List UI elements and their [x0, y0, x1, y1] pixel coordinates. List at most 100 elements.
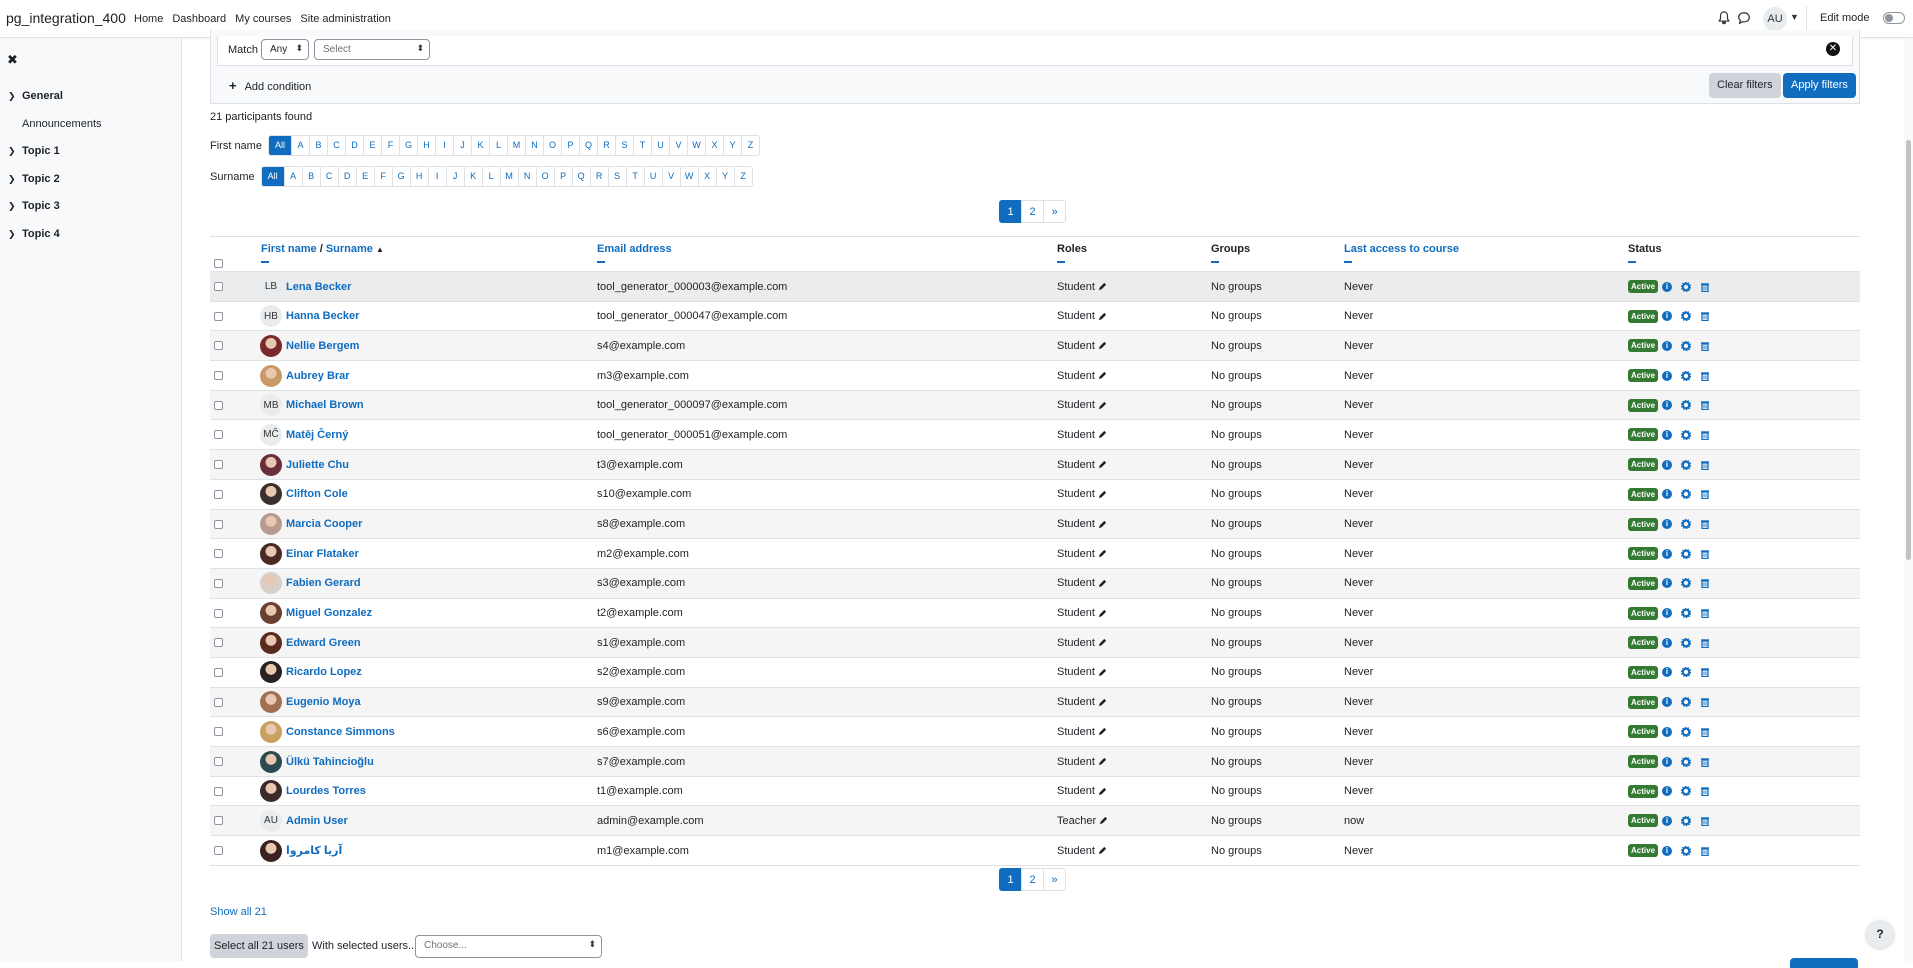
trash-icon[interactable] — [1700, 430, 1710, 440]
firstname-letter-b[interactable]: B — [308, 136, 327, 155]
trash-icon[interactable] — [1700, 697, 1710, 708]
surname-letter-c[interactable]: C — [319, 167, 338, 186]
info-icon[interactable]: i — [1662, 311, 1673, 322]
row-checkbox[interactable] — [214, 697, 223, 707]
firstname-letter-v[interactable]: V — [668, 136, 687, 155]
hide-column-icon[interactable] — [1057, 261, 1065, 263]
user-avatar[interactable]: AU — [1763, 7, 1787, 31]
chevron-down-icon[interactable]: ❯ — [8, 146, 22, 157]
pencil-icon[interactable] — [1098, 727, 1107, 736]
nav-site-administration[interactable]: Site administration — [300, 13, 391, 25]
user-name-link[interactable]: Fabien Gerard — [286, 577, 361, 589]
sort-email-link[interactable]: Email address — [597, 243, 672, 255]
firstname-letter-r[interactable]: R — [596, 136, 615, 155]
chevron-down-icon[interactable]: ❯ — [8, 229, 22, 240]
row-checkbox[interactable] — [214, 786, 223, 796]
trash-icon[interactable] — [1700, 460, 1710, 470]
pencil-icon[interactable] — [1098, 460, 1107, 469]
pencil-icon[interactable] — [1098, 579, 1107, 588]
user-name-link[interactable]: Ülkü Tahincioğlu — [286, 756, 374, 768]
row-checkbox[interactable] — [214, 549, 223, 559]
chat-bubble-icon[interactable] — [1737, 11, 1751, 25]
gear-icon[interactable] — [1681, 489, 1692, 500]
row-checkbox[interactable] — [214, 757, 223, 766]
info-icon[interactable]: i — [1662, 489, 1673, 500]
row-checkbox[interactable] — [214, 400, 223, 410]
surname-letter-n[interactable]: N — [517, 167, 536, 186]
user-name-link[interactable]: Eugenio Moya — [286, 696, 361, 708]
surname-letter-l[interactable]: L — [481, 167, 500, 186]
page-1-link[interactable]: 1 — [999, 200, 1022, 223]
info-icon[interactable]: i — [1662, 845, 1673, 856]
select-all-users-button[interactable]: Select all 21 users — [210, 934, 308, 958]
row-checkbox[interactable] — [214, 846, 223, 856]
row-checkbox[interactable] — [214, 816, 223, 826]
firstname-letter-p[interactable]: P — [560, 136, 579, 155]
firstname-letter-z[interactable]: Z — [740, 136, 759, 155]
firstname-letter-s[interactable]: S — [614, 136, 633, 155]
trash-icon[interactable] — [1700, 578, 1710, 589]
firstname-letter-a[interactable]: A — [290, 136, 309, 155]
user-name-link[interactable]: Lena Becker — [286, 281, 351, 293]
surname-letter-i[interactable]: I — [427, 167, 446, 186]
firstname-letter-f[interactable]: F — [380, 136, 399, 155]
info-icon[interactable]: i — [1662, 281, 1673, 292]
user-name-link[interactable]: Juliette Chu — [286, 459, 349, 471]
gear-icon[interactable] — [1681, 637, 1692, 648]
section-label[interactable]: Topic 4 — [22, 228, 60, 240]
pencil-icon[interactable] — [1098, 401, 1107, 410]
pencil-icon[interactable] — [1098, 490, 1107, 499]
hide-column-icon[interactable] — [261, 261, 269, 263]
user-name-link[interactable]: Miguel Gonzalez — [286, 607, 372, 619]
pencil-icon[interactable] — [1098, 520, 1107, 529]
gear-icon[interactable] — [1681, 726, 1692, 737]
row-checkbox[interactable] — [214, 608, 223, 618]
close-drawer-icon[interactable]: ✖ — [7, 52, 18, 68]
firstname-letter-u[interactable]: U — [650, 136, 669, 155]
section-label[interactable]: Topic 3 — [22, 200, 60, 212]
help-button[interactable]: ? — [1866, 920, 1894, 948]
chevron-down-icon[interactable]: ▼ — [1790, 12, 1799, 22]
site-name[interactable]: pg_integration_400 — [6, 10, 126, 26]
pencil-icon[interactable] — [1098, 846, 1107, 855]
pencil-icon[interactable] — [1098, 430, 1107, 439]
info-icon[interactable]: i — [1662, 519, 1673, 529]
firstname-letter-o[interactable]: O — [542, 136, 561, 155]
firstname-letter-d[interactable]: D — [344, 136, 363, 155]
surname-letter-f[interactable]: F — [373, 167, 392, 186]
gear-icon[interactable] — [1681, 667, 1692, 678]
hide-column-icon[interactable] — [597, 261, 605, 263]
info-icon[interactable]: i — [1662, 429, 1673, 440]
next-page-link[interactable]: » — [1043, 868, 1066, 891]
trash-icon[interactable] — [1700, 371, 1710, 381]
surname-letter-q[interactable]: Q — [571, 167, 590, 186]
page-2-link[interactable]: 2 — [1021, 200, 1044, 223]
row-checkbox[interactable] — [214, 311, 223, 321]
hide-column-icon[interactable] — [1211, 261, 1219, 263]
firstname-letter-j[interactable]: J — [452, 136, 471, 155]
surname-letter-j[interactable]: J — [445, 167, 464, 186]
show-all-link[interactable]: Show all 21 — [210, 906, 267, 918]
surname-letter-r[interactable]: R — [589, 167, 608, 186]
edit-mode-toggle[interactable] — [1883, 12, 1905, 24]
pencil-icon[interactable] — [1098, 787, 1107, 796]
info-icon[interactable]: i — [1662, 786, 1673, 797]
row-checkbox[interactable] — [214, 578, 223, 588]
nav-home[interactable]: Home — [134, 13, 163, 25]
firstname-letter-c[interactable]: C — [326, 136, 345, 155]
chevron-down-icon[interactable]: ❯ — [8, 91, 22, 102]
section-label[interactable]: General — [22, 90, 63, 102]
user-name-link[interactable]: آریا کامروا — [286, 844, 342, 857]
gear-icon[interactable] — [1681, 845, 1692, 856]
surname-letter-p[interactable]: P — [553, 167, 572, 186]
filter-type-select[interactable]: Select — [314, 39, 430, 60]
info-icon[interactable]: i — [1662, 697, 1673, 708]
gear-icon[interactable] — [1681, 400, 1692, 411]
clear-filters-button[interactable]: Clear filters — [1709, 73, 1781, 98]
nav-my-courses[interactable]: My courses — [235, 13, 291, 25]
section-topic-2[interactable]: ❯ Topic 2 — [8, 173, 60, 185]
section-topic-1[interactable]: ❯ Topic 1 — [8, 145, 60, 157]
pencil-icon[interactable] — [1098, 282, 1107, 291]
pencil-icon[interactable] — [1098, 312, 1107, 321]
apply-filters-button[interactable]: Apply filters — [1783, 73, 1856, 98]
